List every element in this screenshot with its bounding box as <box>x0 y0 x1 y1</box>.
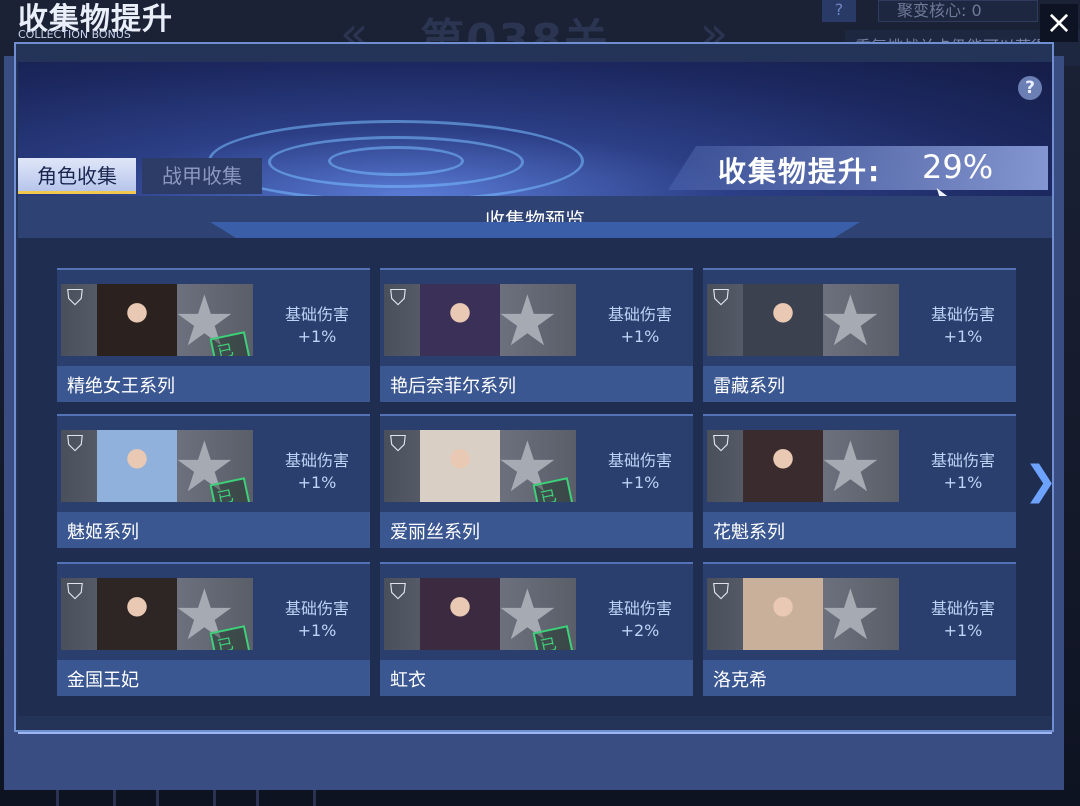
rank-badge-icon: ⛉ <box>66 432 84 457</box>
bonus-value: +1% <box>620 327 660 346</box>
bonus-attr-label: 基础伤害 <box>284 451 349 470</box>
character-portrait <box>97 578 177 650</box>
bonus-attr-label: 基础伤害 <box>607 451 672 470</box>
collection-card[interactable]: ★ ⛉ 已持有 基础伤害 +1% 爱丽丝系列 <box>380 414 693 548</box>
card-image: ★ ⛉ 已持有 <box>384 578 576 650</box>
collection-card[interactable]: ★ ⛉ 已持有 基础伤害 +2% 虹衣 <box>380 562 693 696</box>
collection-card[interactable]: ★ ⛉ 已持有 基础伤害 +1% 魅姬系列 <box>57 414 370 548</box>
card-name: 花魁系列 <box>713 522 785 543</box>
card-name-bar: 雷藏系列 <box>703 366 1016 402</box>
card-bonus: 基础伤害 +1% <box>915 450 1011 494</box>
card-image: ★ ⛉ <box>707 284 899 356</box>
card-name-bar: 魅姬系列 <box>57 512 370 548</box>
card-bonus: 基础伤害 +1% <box>915 598 1011 642</box>
help-button[interactable]: ? <box>1018 76 1042 100</box>
bg-help-icon: ? <box>822 0 856 22</box>
bonus-attr-label: 基础伤害 <box>607 599 672 618</box>
rank-badge-icon: ⛉ <box>712 432 730 457</box>
bonus-value: +2% <box>620 621 660 640</box>
card-name: 爱丽丝系列 <box>390 522 480 543</box>
character-portrait <box>97 430 177 502</box>
bonus-label: 收集物提升: <box>718 155 882 188</box>
card-name: 魅姬系列 <box>67 522 139 543</box>
next-page-arrow-icon[interactable]: ❯ <box>1024 458 1058 504</box>
card-name: 洛克希 <box>713 670 767 691</box>
collection-card[interactable]: ★ ⛉ 基础伤害 +1% 艳后奈菲尔系列 <box>380 268 693 402</box>
character-portrait <box>420 284 500 356</box>
card-image: ★ ⛉ 已持有 <box>384 430 576 502</box>
dialog-subtitle: COLLECTION BONUS <box>18 28 131 41</box>
footer-line <box>18 732 1052 734</box>
bonus-value: +1% <box>297 327 337 346</box>
character-portrait <box>420 578 500 650</box>
star-emblem-icon: ★ <box>819 430 882 502</box>
card-name-bar: 金国王妃 <box>57 660 370 696</box>
bonus-value: +1% <box>297 621 337 640</box>
card-bonus: 基础伤害 +1% <box>269 598 365 642</box>
card-name: 金国王妃 <box>67 670 139 691</box>
collection-card[interactable]: ★ ⛉ 已持有 基础伤害 +1% 精绝女王系列 <box>57 268 370 402</box>
card-name: 虹衣 <box>390 670 426 691</box>
card-bonus: 基础伤害 +1% <box>592 450 688 494</box>
card-name-bar: 艳后奈菲尔系列 <box>380 366 693 402</box>
card-image: ★ ⛉ 已持有 <box>61 578 253 650</box>
bonus-value: +1% <box>943 327 983 346</box>
card-image: ★ ⛉ <box>707 578 899 650</box>
card-name: 精绝女王系列 <box>67 376 175 397</box>
card-name-bar: 爱丽丝系列 <box>380 512 693 548</box>
card-name: 雷藏系列 <box>713 376 785 397</box>
bonus-value: +1% <box>943 473 983 492</box>
card-name-bar: 洛克希 <box>703 660 1016 696</box>
rank-badge-icon: ⛉ <box>66 580 84 605</box>
card-name-bar: 花魁系列 <box>703 512 1016 548</box>
card-bonus: 基础伤害 +1% <box>269 450 365 494</box>
character-portrait <box>743 578 823 650</box>
bonus-value: +1% <box>620 473 660 492</box>
rank-badge-icon: ⛉ <box>389 286 407 311</box>
collection-card[interactable]: ★ ⛉ 基础伤害 +1% 花魁系列 <box>703 414 1016 548</box>
star-emblem-icon: ★ <box>819 284 882 356</box>
bonus-value: +1% <box>943 621 983 640</box>
card-bonus: 基础伤害 +2% <box>592 598 688 642</box>
card-bonus: 基础伤害 +1% <box>915 304 1011 348</box>
card-name-bar: 精绝女王系列 <box>57 366 370 402</box>
bg-core-counter: 聚变核心: 0 <box>878 0 1038 22</box>
character-portrait <box>97 284 177 356</box>
rank-badge-icon: ⛉ <box>389 580 407 605</box>
card-name-bar: 虹衣 <box>380 660 693 696</box>
rank-badge-icon: ⛉ <box>66 286 84 311</box>
rank-badge-icon: ⛉ <box>712 580 730 605</box>
collection-card[interactable]: ★ ⛉ 已持有 基础伤害 +1% 金国王妃 <box>57 562 370 696</box>
star-emblem-icon: ★ <box>496 284 559 356</box>
bonus-attr-label: 基础伤害 <box>930 599 995 618</box>
tab-armor-collection[interactable]: 战甲收集 <box>142 158 262 194</box>
character-portrait <box>743 284 823 356</box>
tab-character-collection[interactable]: 角色收集 <box>18 158 136 194</box>
star-emblem-icon: ★ <box>819 578 882 650</box>
collection-card[interactable]: ★ ⛉ 基础伤害 +1% 洛克希 <box>703 562 1016 696</box>
bonus-value: 29% <box>922 148 994 186</box>
rank-badge-icon: ⛉ <box>389 432 407 457</box>
bonus-attr-label: 基础伤害 <box>284 305 349 324</box>
bonus-value: +1% <box>297 473 337 492</box>
bonus-attr-label: 基础伤害 <box>607 305 672 324</box>
card-bonus: 基础伤害 +1% <box>269 304 365 348</box>
preview-underline <box>210 222 860 238</box>
rank-badge-icon: ⛉ <box>712 286 730 311</box>
platform-ring <box>328 146 464 176</box>
card-image: ★ ⛉ <box>384 284 576 356</box>
bonus-attr-label: 基础伤害 <box>930 305 995 324</box>
card-image: ★ ⛉ 已持有 <box>61 430 253 502</box>
bonus-attr-label: 基础伤害 <box>930 451 995 470</box>
bonus-attr-label: 基础伤害 <box>284 599 349 618</box>
character-portrait <box>743 430 823 502</box>
collection-card[interactable]: ★ ⛉ 基础伤害 +1% 雷藏系列 <box>703 268 1016 402</box>
card-name: 艳后奈菲尔系列 <box>390 376 516 397</box>
close-button[interactable]: × <box>1040 4 1078 42</box>
card-bonus: 基础伤害 +1% <box>592 304 688 348</box>
character-portrait <box>420 430 500 502</box>
card-image: ★ ⛉ <box>707 430 899 502</box>
card-image: ★ ⛉ 已持有 <box>61 284 253 356</box>
